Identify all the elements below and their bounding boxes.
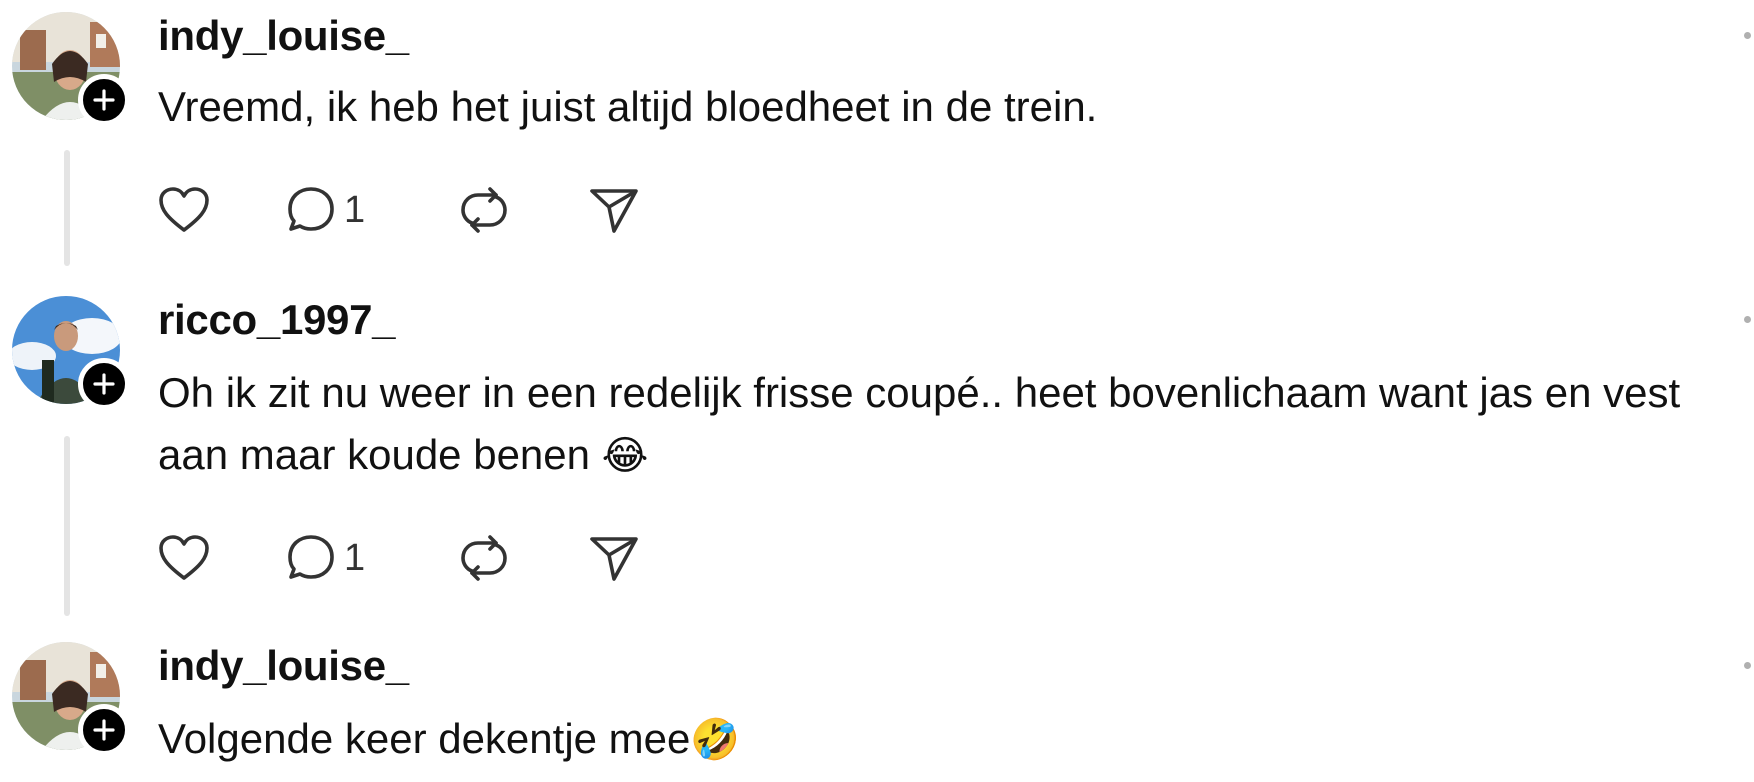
comment-icon [288,535,334,579]
comment-button[interactable]: 1 [286,528,365,588]
more-icon[interactable] [1744,662,1751,669]
heart-icon [159,535,209,580]
like-button[interactable] [158,180,210,240]
more-icon[interactable] [1744,32,1751,39]
post-text-body: Vreemd, ik heb het juist altijd bloedhee… [158,83,1098,130]
comment-icon [288,187,334,231]
repost-icon [461,535,507,581]
thread-line [64,150,70,266]
plus-icon [93,373,115,395]
username[interactable]: ricco_1997_ [158,296,396,344]
share-button[interactable] [588,528,640,588]
like-button[interactable] [158,528,210,588]
thread-line [64,436,70,616]
repost-button[interactable] [458,180,510,240]
post-text: Vreemd, ik heb het juist altijd bloedhee… [158,76,1738,138]
reply-count: 1 [344,188,366,231]
repost-button[interactable] [458,528,510,588]
follow-button[interactable] [78,74,130,126]
follow-button[interactable] [78,358,130,410]
rofl-emoji: 🤣 [690,717,741,763]
share-icon [590,537,638,581]
share-button[interactable] [588,180,640,240]
plus-icon [93,89,115,111]
laughing-emoji: 😂 [601,433,649,479]
username[interactable]: indy_louise_ [158,12,409,60]
share-icon [590,189,638,233]
heart-icon [159,187,209,232]
avatar[interactable] [12,12,130,126]
repost-icon [461,187,507,233]
plus-icon [93,719,115,741]
avatar[interactable] [12,296,130,410]
post-text-body: Volgende keer dekentje mee [158,715,691,762]
reply-count: 1 [344,536,366,579]
post-text-body: Oh ik zit nu weer in een redelijk frisse… [158,369,1681,478]
username[interactable]: indy_louise_ [158,642,409,690]
avatar[interactable] [12,642,130,756]
follow-button[interactable] [78,704,130,756]
post-text: Volgende keer dekentje mee🤣 [158,708,1738,771]
comment-button[interactable]: 1 [286,180,365,240]
more-icon[interactable] [1744,316,1751,323]
post-text: Oh ik zit nu weer in een redelijk frisse… [158,362,1738,487]
